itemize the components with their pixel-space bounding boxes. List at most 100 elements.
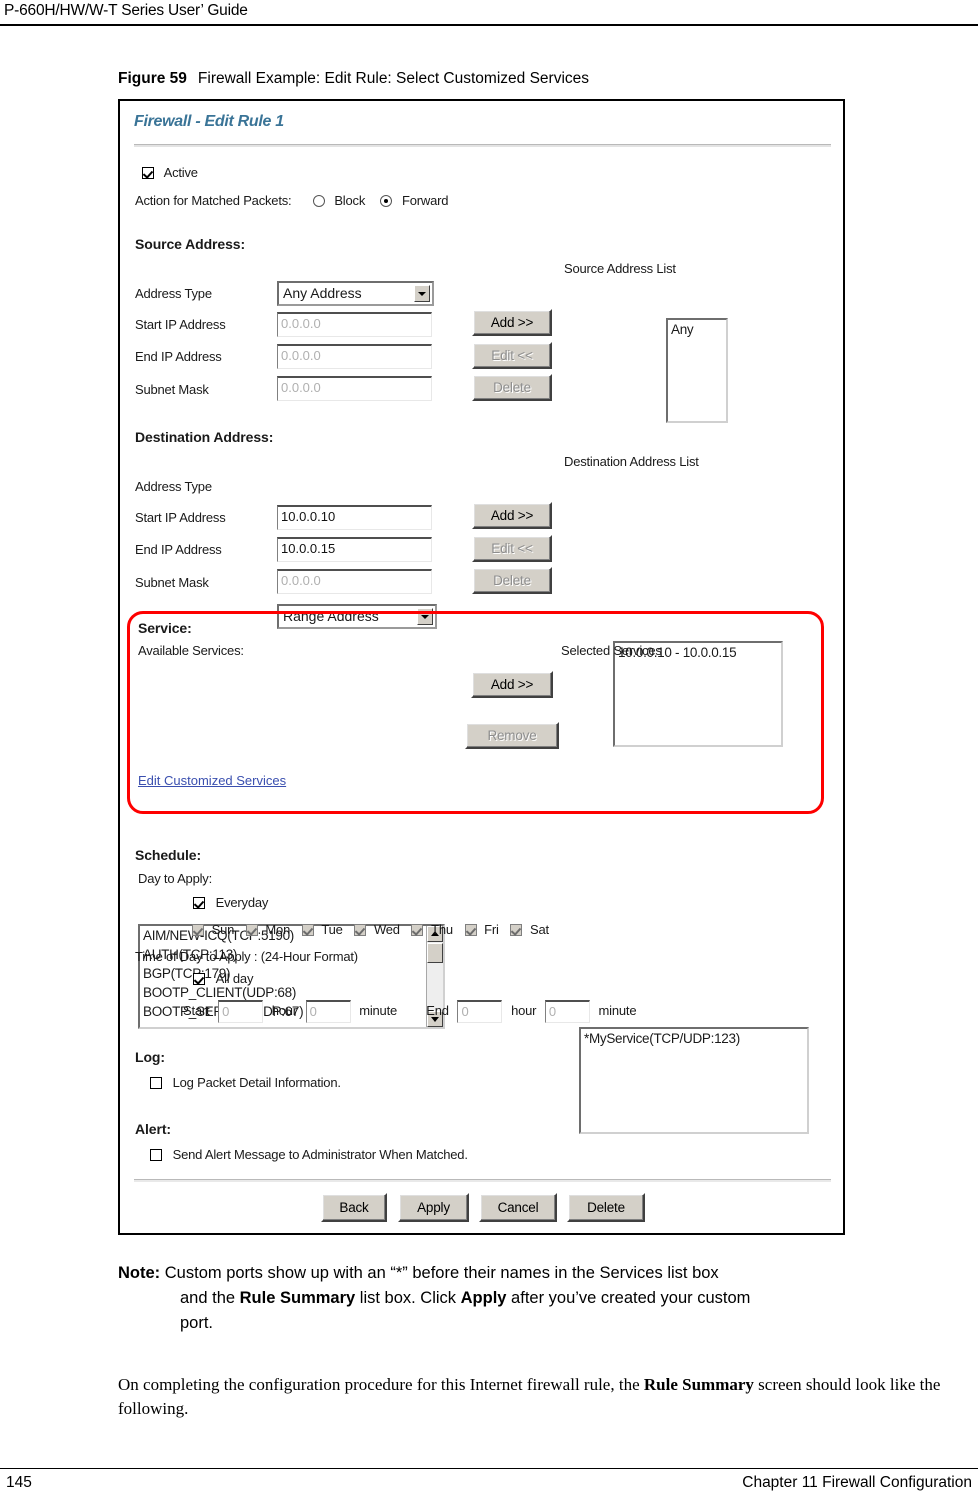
- page-header-title: P-660H/HW/W-T Series User’ Guide: [4, 2, 248, 19]
- start-minute-unit-label: minute: [359, 1002, 398, 1018]
- start-minute-input[interactable]: 0: [305, 1000, 351, 1023]
- action-radio-block[interactable]: [312, 195, 325, 207]
- delete-button[interactable]: Delete: [567, 1193, 645, 1222]
- action-option-block-label: Block: [334, 193, 366, 208]
- end-hour-unit-label: hour: [511, 1002, 537, 1018]
- all-day-label: All day: [215, 971, 254, 986]
- selected-services-list[interactable]: *MyService(TCP/UDP:123): [579, 1027, 809, 1134]
- edit-customized-services-link[interactable]: Edit Customized Services: [138, 773, 286, 788]
- destination-end-ip-input[interactable]: 10.0.0.15: [277, 537, 432, 562]
- destination-address-type-select[interactable]: Range Address: [277, 604, 437, 629]
- note-line-2-e: after you’ve created your custom: [506, 1289, 751, 1307]
- page-footer: 145 Chapter 11 Firewall Configuration: [0, 1474, 978, 1500]
- list-item[interactable]: *MyService(TCP/UDP:123): [581, 1029, 807, 1048]
- all-day-checkbox[interactable]: [193, 973, 205, 985]
- log-checkbox-row[interactable]: Log Packet Detail Information.: [150, 1075, 341, 1090]
- sat-checkbox[interactable]: [510, 924, 523, 936]
- scrollbar-thumb[interactable]: [427, 943, 443, 963]
- note-line-2: and the Rule Summary list box. Click App…: [118, 1286, 978, 1311]
- alert-checkbox-row[interactable]: Send Alert Message to Administrator When…: [150, 1147, 468, 1162]
- destination-address-heading: Destination Address:: [135, 429, 274, 445]
- list-item[interactable]: Any: [668, 320, 726, 339]
- source-subnet-mask-label: Subnet Mask: [135, 382, 209, 397]
- note-apply-emphasis: Apply: [460, 1289, 507, 1307]
- fri-label: Fri: [484, 922, 499, 937]
- cancel-button[interactable]: Cancel: [479, 1193, 557, 1222]
- destination-subnet-mask-input[interactable]: 0.0.0.0: [277, 569, 432, 594]
- destination-delete-button[interactable]: Delete: [472, 567, 552, 594]
- list-item[interactable]: BGP(TCP:179): [140, 964, 443, 983]
- figure-title: Firewall Example: Edit Rule: Select Cust…: [197, 70, 590, 87]
- action-radio-forward[interactable]: [380, 195, 393, 207]
- destination-address-type-label: Address Type: [135, 479, 212, 494]
- sun-checkbox[interactable]: [192, 924, 204, 936]
- tue-label: Tue: [321, 922, 343, 937]
- end-minute-input[interactable]: 0: [544, 1000, 590, 1023]
- chevron-down-icon[interactable]: [417, 608, 433, 625]
- source-address-type-label: Address Type: [135, 286, 212, 301]
- available-services-label: Available Services:: [138, 643, 244, 658]
- all-day-checkbox-row[interactable]: All day: [193, 971, 253, 986]
- destination-edit-button[interactable]: Edit <<: [472, 535, 552, 562]
- note-block: Note: Custom ports show up with an “*” b…: [118, 1261, 978, 1336]
- start-hour-unit-label: hour: [271, 1002, 297, 1018]
- log-packet-detail-checkbox[interactable]: [150, 1077, 162, 1089]
- destination-add-button[interactable]: Add >>: [472, 502, 552, 529]
- note-line-3: port.: [180, 1314, 214, 1332]
- body-paragraph: On completing the configuration procedur…: [118, 1373, 978, 1421]
- source-delete-button[interactable]: Delete: [472, 374, 552, 401]
- chapter-label: Chapter 11 Firewall Configuration: [742, 1474, 972, 1491]
- source-end-ip-label: End IP Address: [135, 349, 222, 364]
- destination-end-ip-label: End IP Address: [135, 542, 222, 557]
- end-minute-unit-label: minute: [598, 1002, 637, 1018]
- source-start-ip-label: Start IP Address: [135, 317, 226, 332]
- page-header-divider: [0, 24, 978, 26]
- source-end-ip-input[interactable]: 0.0.0.0: [277, 344, 432, 369]
- note-line-2-c: list box. Click: [355, 1289, 461, 1307]
- end-label: End: [426, 1002, 449, 1018]
- source-address-heading: Source Address:: [135, 236, 246, 252]
- destination-start-ip-label: Start IP Address: [135, 510, 226, 525]
- active-checkbox-row[interactable]: Active: [142, 165, 198, 180]
- start-label: Start: [183, 1002, 210, 1018]
- source-address-type-select[interactable]: Any Address: [277, 281, 434, 306]
- back-button[interactable]: Back: [321, 1193, 387, 1222]
- thu-checkbox[interactable]: [411, 924, 424, 936]
- end-hour-input[interactable]: 0: [457, 1000, 503, 1023]
- service-add-button[interactable]: Add >>: [471, 671, 553, 698]
- service-remove-button[interactable]: Remove: [465, 722, 559, 749]
- screen-title-divider: [134, 144, 831, 147]
- source-address-list[interactable]: Any: [666, 318, 728, 423]
- day-to-apply-label: Day to Apply:: [138, 871, 212, 886]
- time-range-row: Start 0 hour 0 minute End 0 hour 0 minut…: [183, 1000, 637, 1023]
- paragraph-text-a: On completing the configuration procedur…: [118, 1375, 644, 1394]
- active-label: Active: [163, 165, 198, 180]
- source-subnet-mask-input[interactable]: 0.0.0.0: [277, 376, 432, 401]
- source-add-button[interactable]: Add >>: [472, 309, 552, 336]
- apply-button[interactable]: Apply: [398, 1193, 469, 1222]
- chevron-down-icon[interactable]: [414, 285, 430, 302]
- send-alert-label: Send Alert Message to Administrator When…: [172, 1147, 468, 1162]
- start-hour-input[interactable]: 0: [218, 1000, 264, 1023]
- everyday-checkbox[interactable]: [193, 897, 205, 909]
- destination-start-ip-input[interactable]: 10.0.0.10: [277, 505, 432, 530]
- source-address-list-label: Source Address List: [564, 261, 676, 276]
- active-checkbox[interactable]: [142, 167, 154, 179]
- wed-checkbox[interactable]: [354, 924, 367, 936]
- mon-checkbox[interactable]: [245, 924, 258, 936]
- destination-subnet-mask-label: Subnet Mask: [135, 575, 209, 590]
- schedule-heading: Schedule:: [135, 847, 202, 863]
- send-alert-checkbox[interactable]: [150, 1149, 162, 1161]
- source-start-ip-input[interactable]: 0.0.0.0: [277, 312, 432, 337]
- mon-label: Mon: [265, 922, 291, 937]
- page-header: P-660H/HW/W-T Series User’ Guide: [0, 0, 978, 30]
- alert-heading: Alert:: [135, 1121, 171, 1137]
- fri-checkbox[interactable]: [464, 924, 477, 936]
- source-edit-button[interactable]: Edit <<: [472, 342, 552, 369]
- log-packet-detail-label: Log Packet Detail Information.: [172, 1075, 341, 1090]
- tue-checkbox[interactable]: [301, 924, 314, 936]
- figure-number: Figure 59: [118, 70, 187, 87]
- everyday-checkbox-row[interactable]: Everyday: [193, 895, 268, 910]
- screen-title: Firewall - Edit Rule 1: [134, 113, 284, 130]
- figure-caption: Figure 59 Firewall Example: Edit Rule: Se…: [118, 70, 589, 88]
